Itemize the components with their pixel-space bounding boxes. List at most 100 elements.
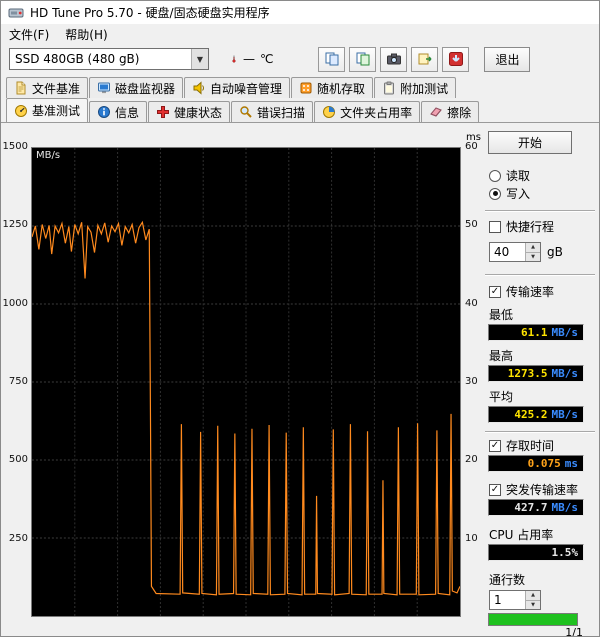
benchmark-panel: MB/s ms 1500 1250 1000 750 500 250 60 50 40 30 20 1… [1, 122, 599, 637]
spinner-arrows: ▲ ▼ [525, 243, 540, 261]
copy-icon [324, 51, 340, 67]
pass-count-label: 通行数 [489, 573, 526, 587]
separator [485, 210, 595, 212]
tab-error-scan[interactable]: 错误扫描 [231, 101, 314, 122]
temperature-value: — [243, 52, 255, 66]
tab-label: 错误扫描 [257, 105, 306, 120]
tab-disk-monitor[interactable]: 磁盘监视器 [89, 77, 184, 98]
capture-screenshot-button[interactable] [380, 46, 408, 72]
titlebar: HD Tune Pro 5.70 - 硬盘/固态硬盘实用程序 [1, 1, 599, 24]
drive-select[interactable]: SSD 480GB (480 gB) ▼ [9, 48, 209, 70]
access-time-unit: ms [564, 457, 578, 470]
pass-count-input[interactable]: 1 ▲ ▼ [489, 590, 541, 610]
y-axis-tick-left: 1250 [2, 219, 28, 231]
health-icon [156, 105, 170, 119]
progress-text: 1/1 [565, 626, 583, 637]
y-axis-tick-left: 1500 [2, 141, 28, 152]
drive-select-value: SSD 480GB (480 gB) [15, 52, 140, 66]
spin-up-icon[interactable]: ▲ [526, 591, 540, 600]
control-panel: 开始 读取 写入 快捷行程 40 ▲ ▼ gB ✓ 传输速率 最低 61.1 M… [483, 123, 599, 637]
cpu-usage-label: CPU 占用率 [489, 528, 554, 542]
start-button[interactable]: 开始 [488, 131, 572, 154]
camera-icon [386, 51, 402, 67]
shortstroke-label: 快捷行程 [506, 220, 555, 234]
info-icon [97, 105, 111, 119]
access-time-checkbox[interactable]: 存取时间 [489, 438, 599, 453]
tab-aam[interactable]: 自动噪音管理 [184, 77, 291, 98]
separator [485, 274, 595, 276]
thermometer-icon [222, 51, 238, 67]
tab-benchmark[interactable]: 基准测试 [6, 98, 89, 122]
scan-icon [239, 105, 253, 119]
tab-label: 磁盘监视器 [115, 81, 176, 96]
cpu-usage-value-box: 1.5% [488, 544, 584, 561]
min-value-box: 61.1 MB/s [488, 324, 584, 341]
avg-unit: MB/s [551, 408, 579, 421]
spin-down-icon[interactable]: ▼ [526, 599, 540, 609]
radio-icon [489, 169, 501, 182]
spin-up-icon[interactable]: ▲ [526, 243, 540, 252]
tab-label: 文件基准 [32, 81, 81, 96]
check-update-button[interactable] [442, 46, 470, 72]
max-value-box: 1273.5 MB/s [488, 365, 584, 382]
y-axis-tick-left: 500 [8, 454, 28, 466]
burst-rate-value-box: 427.7 MB/s [488, 499, 584, 516]
tab-label: 基准测试 [32, 104, 81, 118]
menu-file[interactable]: 文件(F) [1, 24, 57, 45]
tab-random-access[interactable]: 随机存取 [291, 77, 374, 98]
tab-label: 文件夹占用率 [340, 105, 413, 120]
pass-count-row: 1 ▲ ▼ [489, 590, 599, 610]
save-screenshot-button[interactable] [349, 46, 377, 72]
tab-folder-usage[interactable]: 文件夹占用率 [314, 101, 421, 122]
chevron-down-icon[interactable]: ▼ [191, 49, 208, 69]
write-radio[interactable]: 写入 [489, 186, 599, 201]
temperature-unit: ℃ [260, 52, 274, 66]
shortstroke-size-value: 40 [494, 245, 510, 259]
read-radio-label: 读取 [506, 169, 531, 183]
access-time-value: 0.075 [527, 457, 561, 470]
separator [485, 431, 595, 433]
tab-extra-tests[interactable]: 附加测试 [374, 77, 457, 98]
shortstroke-unit: gB [547, 245, 563, 259]
avg-label: 平均 [489, 390, 514, 404]
window-title: HD Tune Pro 5.70 - 硬盘/固态硬盘实用程序 [30, 6, 270, 20]
access-time-label: 存取时间 [506, 439, 555, 453]
app-window: HD Tune Pro 5.70 - 硬盘/固态硬盘实用程序 文件(F) 帮助(H… [0, 0, 600, 637]
spin-down-icon[interactable]: ▼ [526, 251, 540, 261]
min-value: 61.1 [521, 326, 548, 339]
export-results-button[interactable] [411, 46, 439, 72]
max-value: 1273.5 [507, 367, 548, 380]
progress-bar-fill [489, 614, 577, 625]
shortstroke-size-row: 40 ▲ ▼ gB [489, 242, 599, 262]
save-icon [355, 51, 371, 67]
checkbox-icon [489, 439, 501, 452]
y-axis-tick-left: 250 [8, 532, 28, 544]
cpu-usage-value: 1.5% [551, 546, 579, 559]
tab-info[interactable]: 信息 [89, 101, 148, 122]
pie-icon [322, 105, 336, 119]
burst-rate-value: 427.7 [514, 501, 548, 514]
transfer-checkbox[interactable]: 传输速率 [489, 284, 599, 299]
tab-health[interactable]: 健康状态 [148, 101, 231, 122]
tab-row-upper: 文件基准 磁盘监视器 自动噪音管理 随机存取 附加测试 [1, 74, 599, 98]
tab-label: 信息 [115, 105, 140, 120]
burst-rate-checkbox[interactable]: 突发传输速率 [489, 482, 599, 497]
exit-button[interactable]: 退出 [484, 46, 531, 72]
gauge-icon [14, 104, 28, 118]
copy-screenshot-button[interactable] [318, 46, 346, 72]
max-label: 最高 [489, 349, 514, 363]
progress-bar [488, 613, 578, 626]
shortstroke-size-input[interactable]: 40 ▲ ▼ [489, 242, 541, 262]
shortstroke-checkbox[interactable]: 快捷行程 [489, 219, 599, 234]
tab-file-benchmark[interactable]: 文件基准 [6, 77, 89, 98]
tab-label: 擦除 [447, 105, 472, 120]
speaker-icon [192, 81, 206, 95]
radio-icon [489, 187, 501, 200]
transfer-label: 传输速率 [506, 285, 555, 299]
read-radio[interactable]: 读取 [489, 168, 599, 183]
min-label: 最低 [489, 308, 514, 322]
tab-row-lower: 基准测试 信息 健康状态 错误扫描 文件夹占用率 擦除 [1, 98, 599, 122]
menu-help[interactable]: 帮助(H) [57, 24, 115, 45]
toolbar-buttons [318, 46, 470, 72]
tab-erase[interactable]: 擦除 [421, 101, 480, 122]
